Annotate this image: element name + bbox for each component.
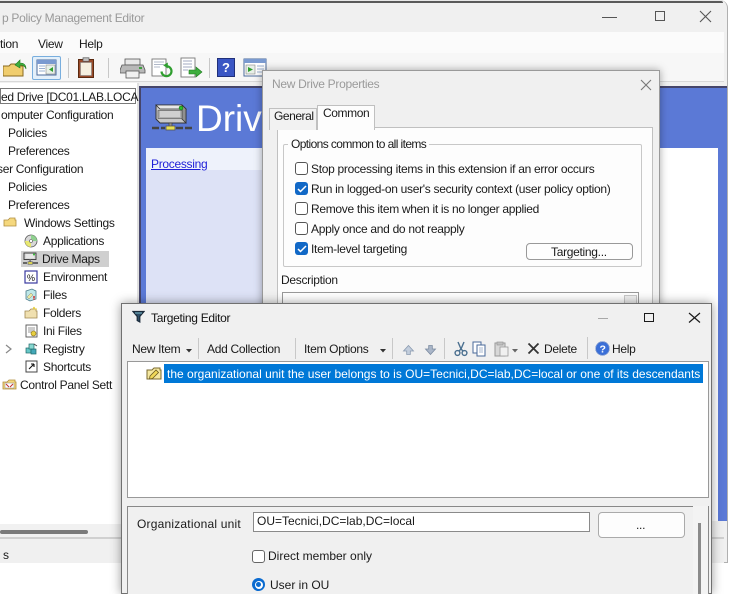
svg-text:%: % (27, 273, 35, 283)
svg-text:?: ? (600, 344, 606, 356)
